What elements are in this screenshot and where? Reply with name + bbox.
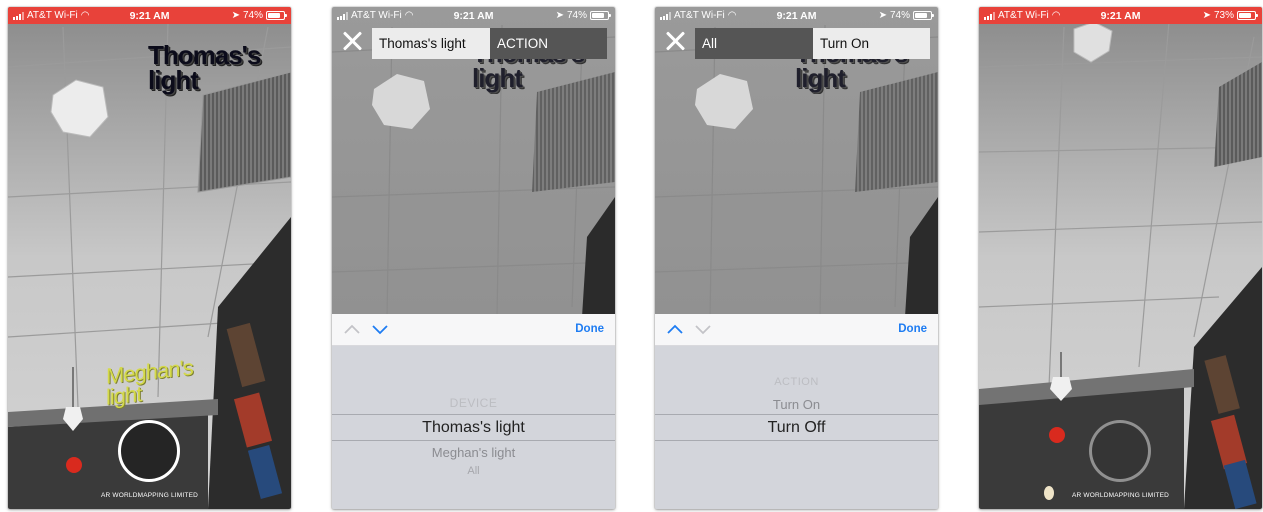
chevron-up-icon[interactable] — [667, 322, 683, 338]
screen-ar-view-after: AT&T Wi-Fi ◠ 9:21 AM ➤ 73% AR WORLDMAPPING… — [979, 7, 1262, 509]
done-button[interactable]: Done — [898, 323, 927, 335]
battery-icon — [913, 11, 934, 20]
battery-icon — [266, 11, 287, 20]
screen-action-picker: AT&T Wi-Fi◠ 9:21 AM ➤74% Thomas's light … — [655, 7, 938, 509]
device-field[interactable]: Thomas's light — [372, 28, 492, 59]
battery-percent: 73% — [1213, 10, 1234, 21]
capture-button[interactable] — [1089, 420, 1151, 482]
mapping-status: AR WORLDMAPPING LIMITED — [100, 492, 199, 499]
location-icon: ➤ — [555, 10, 564, 21]
chevron-down-icon[interactable] — [695, 322, 711, 338]
device-field[interactable]: All — [695, 28, 815, 59]
picker-option[interactable]: Turn On — [655, 397, 938, 412]
close-icon[interactable] — [664, 30, 686, 52]
picker-toolbar: Done — [655, 314, 938, 346]
battery-percent: 74% — [566, 10, 587, 21]
command-bar: All Turn On — [655, 24, 938, 59]
picker-option-selected[interactable]: Turn Off — [655, 419, 938, 437]
close-icon[interactable] — [341, 30, 363, 52]
battery-percent: 74% — [889, 10, 910, 21]
picker-option[interactable]: All — [332, 465, 615, 477]
done-button[interactable]: Done — [575, 323, 604, 335]
device-picker[interactable]: DEVICE Thomas's light Meghan's light All — [332, 346, 615, 509]
battery-icon — [590, 11, 611, 20]
location-icon: ➤ — [1202, 10, 1211, 21]
status-bar: AT&T Wi-Fi ◠ 9:21 AM ➤ 73% — [979, 7, 1262, 24]
picker-toolbar: Done — [332, 314, 615, 346]
mapping-status: AR WORLDMAPPING LIMITED — [1071, 492, 1170, 499]
status-bar: AT&T Wi-Fi ◠ 9:21 AM ➤ 74% — [332, 7, 615, 24]
screen-device-picker: AT&T Wi-Fi◠ 9:21 AM ➤74% Thomas's light … — [332, 7, 615, 509]
action-field[interactable]: ACTION — [490, 28, 607, 59]
action-picker[interactable]: ACTION Turn On Turn Off — [655, 346, 938, 509]
location-icon: ➤ — [231, 10, 240, 21]
ar-label-thomas[interactable]: Thomas's light — [148, 42, 278, 93]
chevron-up-icon[interactable] — [344, 322, 360, 338]
screen-ar-view-labels: AT&T Wi-Fi ◠ 9:21 AM ➤ 74% Thomas's light … — [8, 7, 291, 509]
battery-icon — [1237, 11, 1258, 20]
picker-heading: DEVICE — [449, 396, 498, 410]
status-bar: AT&T Wi-Fi ◠ 9:21 AM ➤ 74% — [8, 7, 291, 24]
capture-button[interactable] — [118, 420, 180, 482]
battery-percent: 74% — [242, 10, 263, 21]
location-icon: ➤ — [878, 10, 887, 21]
chevron-down-icon[interactable] — [372, 322, 388, 338]
command-bar: Thomas's light ACTION — [332, 24, 615, 59]
picker-option-selected[interactable]: Thomas's light — [332, 419, 615, 437]
picker-option[interactable]: Meghan's light — [332, 445, 615, 460]
picker-heading: ACTION — [774, 376, 819, 388]
status-bar: AT&T Wi-Fi ◠ 9:21 AM ➤ 74% — [655, 7, 938, 24]
action-field[interactable]: Turn On — [813, 28, 930, 59]
